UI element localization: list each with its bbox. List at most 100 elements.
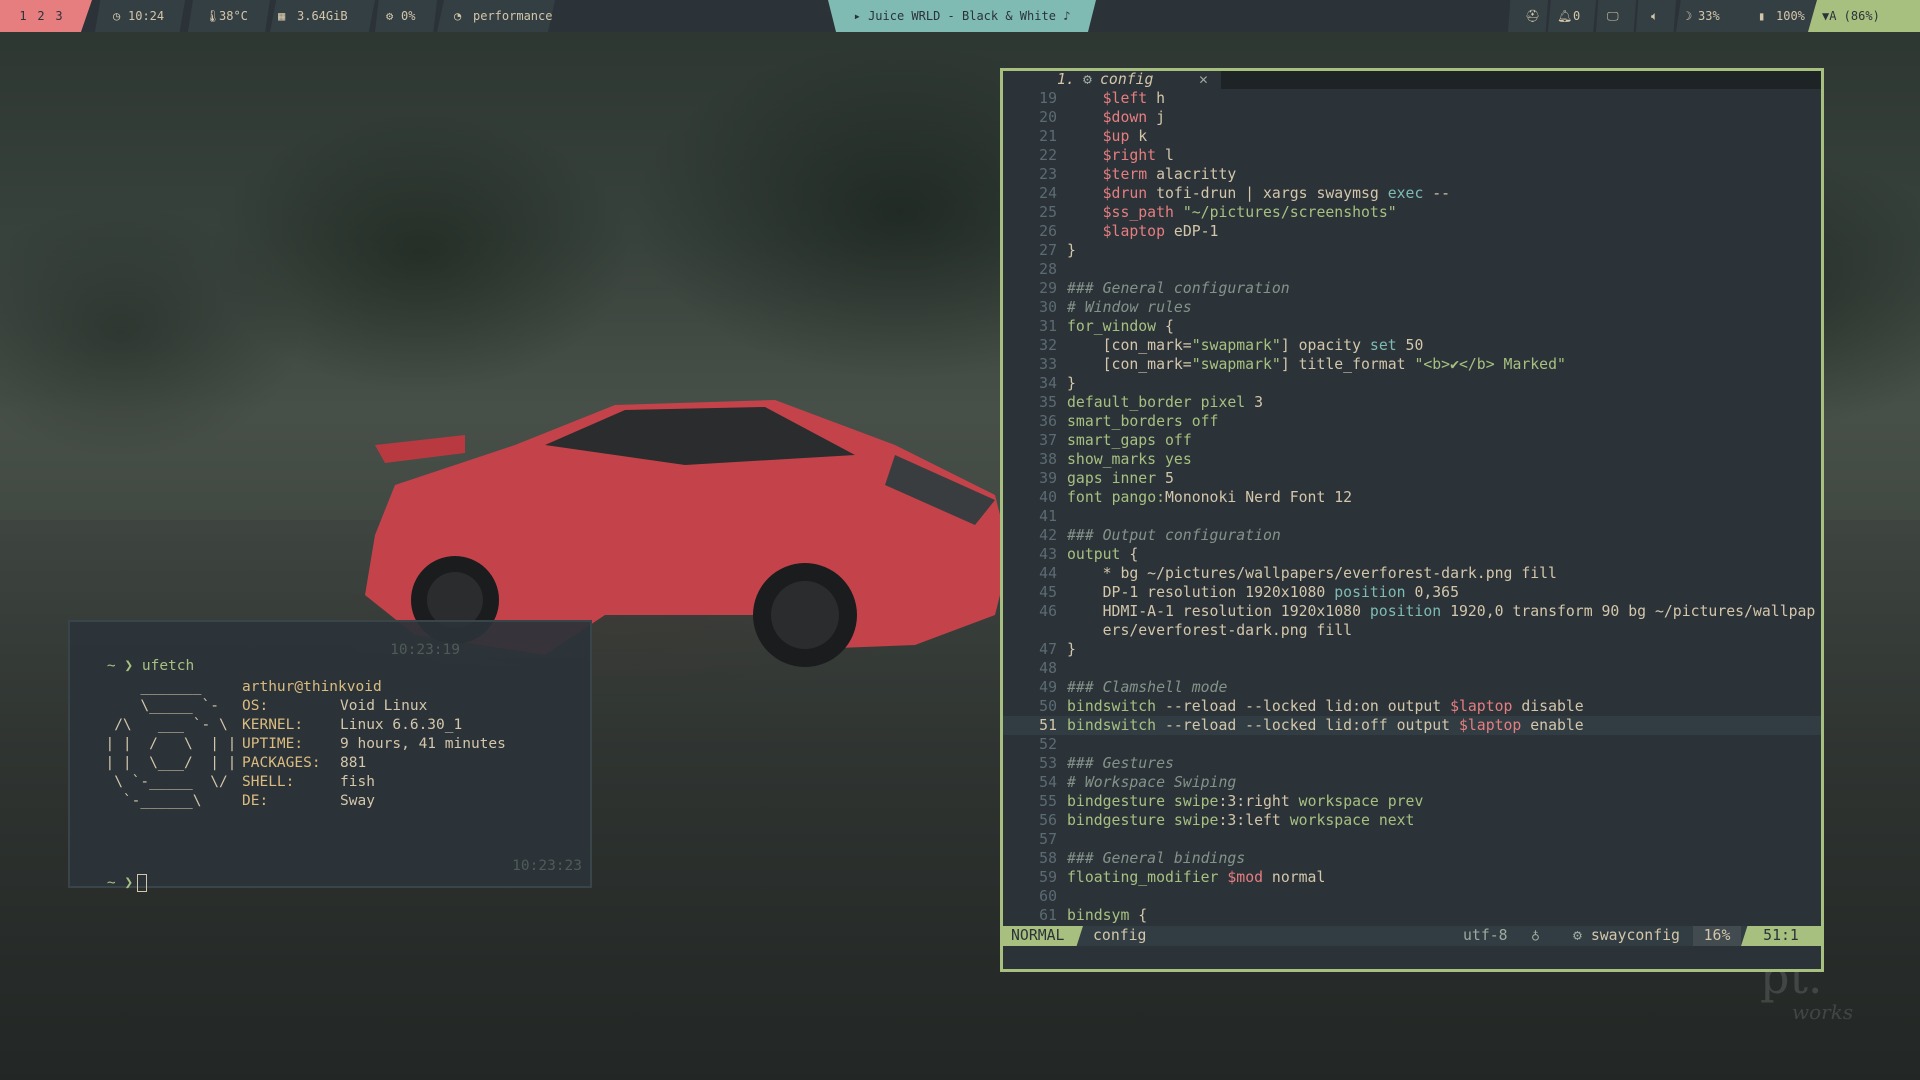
line-text: smart_borders off: [1067, 413, 1219, 430]
code-line[interactable]: 38 show_marks yes: [1003, 450, 1821, 469]
linux-icon: ♁: [1531, 927, 1540, 944]
code-line[interactable]: 23 $term alacritty: [1003, 165, 1821, 184]
code-line[interactable]: 60: [1003, 887, 1821, 906]
command-line[interactable]: [1003, 946, 1821, 969]
status-bar: 123 ◷ 10:24 🌡︎ 38°C ▦ 3.64GiB ⚙ 0% ◔ per…: [0, 0, 1920, 32]
battery-text: 100%: [1776, 9, 1805, 23]
line-text: $drun tofi-drun | xargs swaymsg exec --: [1102, 185, 1451, 202]
workspace-3-button[interactable]: 3: [50, 0, 68, 32]
line-number: 24: [1039, 185, 1057, 202]
code-line[interactable]: 55 bindgesture swipe:3:right workspace pr…: [1003, 792, 1821, 811]
code-line[interactable]: 21 $up k: [1003, 127, 1821, 146]
code-line[interactable]: 43 output {: [1003, 545, 1821, 564]
moon-icon: ☽: [1685, 9, 1693, 23]
code-line[interactable]: 41: [1003, 507, 1821, 526]
code-line[interactable]: 24 $drun tofi-drun | xargs swaymsg exec …: [1003, 184, 1821, 203]
workspace-2-button[interactable]: 2: [32, 0, 50, 32]
line-text: # Window rules: [1067, 299, 1192, 316]
code-line[interactable]: 36 smart_borders off: [1003, 412, 1821, 431]
code-line[interactable]: 28: [1003, 260, 1821, 279]
code-line[interactable]: 47}: [1003, 640, 1821, 659]
line-number: 49: [1039, 679, 1057, 696]
terminal-window[interactable]: ~ ❯ ufetch 10:23:19 _______ \_____ `- /\…: [68, 620, 592, 892]
line-number: 20: [1039, 109, 1057, 126]
code-line[interactable]: 61 bindsym {: [1003, 906, 1821, 925]
code-line[interactable]: 26 $laptop eDP-1: [1003, 222, 1821, 241]
line-number: 53: [1039, 755, 1057, 772]
code-line[interactable]: 20 $down j: [1003, 108, 1821, 127]
code-line[interactable]: 19 $left h: [1003, 89, 1821, 108]
code-line[interactable]: 33 [con_mark="swapmark"] title_format "<…: [1003, 355, 1821, 374]
line-text: # Workspace Swiping: [1067, 774, 1237, 791]
wallpaper-watermark-sub: works: [1792, 1000, 1854, 1024]
code-line[interactable]: 51 bindswitch --reload --locked lid:off o…: [1003, 716, 1821, 735]
workspace-1-button[interactable]: 1: [14, 0, 32, 32]
prompt: ~ ❯: [106, 658, 134, 674]
line-number: 58: [1039, 850, 1057, 867]
code-line[interactable]: 45 DP-1 resolution 1920x1080 position 0,…: [1003, 583, 1821, 602]
gear-icon: ⚙: [1083, 71, 1092, 88]
system-info: arthur@thinkvoid OS: Void Linux KERNEL: Li…: [242, 678, 506, 811]
line-text: }: [1067, 375, 1076, 392]
code-line[interactable]: 37 smart_gaps off: [1003, 431, 1821, 450]
code-line[interactable]: 22 $right l: [1003, 146, 1821, 165]
line-text: ### Output configuration: [1067, 527, 1281, 544]
line-number: 55: [1039, 793, 1057, 810]
wifi-module[interactable]: ▼A (86%): [1808, 0, 1920, 32]
code-line[interactable]: 50 bindswitch --reload --locked lid:on ou…: [1003, 697, 1821, 716]
clock-text: 10:24: [128, 9, 165, 23]
line-number: 44: [1039, 565, 1057, 582]
tab-config[interactable]: 1. ⚙ config ✕: [1003, 71, 1221, 89]
info-row: PACKAGES: 881: [242, 755, 367, 771]
line-number: 51: [1039, 717, 1057, 734]
memory-icon: ▦: [278, 9, 286, 23]
code-line[interactable]: ers/everforest-dark.png fill: [1003, 621, 1821, 640]
code-line[interactable]: 25 $ss_path "~/pictures/screenshots": [1003, 203, 1821, 222]
code-line[interactable]: 42 ### Output configuration: [1003, 526, 1821, 545]
now-playing-module[interactable]: ▸ Juice WRLD - Black & White ♪: [828, 0, 1096, 32]
line-text: ### General configuration: [1067, 280, 1290, 297]
code-line[interactable]: 59 floating_modifier $mod normal: [1003, 868, 1821, 887]
code-line[interactable]: 34}: [1003, 374, 1821, 393]
line-number: 61: [1039, 907, 1057, 924]
brightness-text: 33%: [1698, 9, 1720, 23]
editor-window[interactable]: 1. ⚙ config ✕ 19 $left h 20 $down j 21 $up…: [1000, 68, 1824, 972]
code-line[interactable]: 49 ### Clamshell mode: [1003, 678, 1821, 697]
code-line[interactable]: 54 # Workspace Swiping: [1003, 773, 1821, 792]
line-text: output {: [1067, 546, 1139, 563]
code-line[interactable]: 52: [1003, 735, 1821, 754]
code-line[interactable]: 32 [con_mark="swapmark"] opacity set 50: [1003, 336, 1821, 355]
close-icon[interactable]: ✕: [1199, 71, 1208, 89]
code-line[interactable]: 56 bindgesture swipe:3:left workspace nex…: [1003, 811, 1821, 830]
line-number: 45: [1039, 584, 1057, 601]
line-text: DP-1 resolution 1920x1080 position 0,365: [1067, 584, 1459, 601]
line-number: 43: [1039, 546, 1057, 563]
line-text: ### General bindings: [1067, 850, 1246, 867]
temperature-text: 38°C: [219, 9, 248, 23]
line-text: $down j: [1102, 109, 1166, 126]
line-text: [con_mark="swapmark"] title_format "<b>✔…: [1067, 356, 1566, 373]
code-line[interactable]: 46 HDMI-A-1 resolution 1920x1080 positio…: [1003, 602, 1821, 621]
battery-icon: ▮: [1758, 9, 1766, 23]
gear-icon: ⚙: [1573, 927, 1582, 944]
line-number: 38: [1039, 451, 1057, 468]
line-number: 19: [1039, 90, 1057, 107]
code-area[interactable]: 19 $left h 20 $down j 21 $up k 22 $right l2…: [1003, 89, 1821, 925]
line-text: }: [1067, 641, 1076, 658]
speaker-muted-icon: 🔈︎: [1651, 9, 1659, 23]
code-line[interactable]: 40 font pango:Mononoki Nerd Font 12: [1003, 488, 1821, 507]
code-line[interactable]: 57: [1003, 830, 1821, 849]
code-line[interactable]: 27}: [1003, 241, 1821, 260]
code-line[interactable]: 48: [1003, 659, 1821, 678]
code-line[interactable]: 39 gaps inner 5: [1003, 469, 1821, 488]
code-line[interactable]: 29 ### General configuration: [1003, 279, 1821, 298]
code-line[interactable]: 30 # Window rules: [1003, 298, 1821, 317]
code-line[interactable]: 53 ### Gestures: [1003, 754, 1821, 773]
line-text: }: [1067, 242, 1076, 259]
code-line[interactable]: 58 ### General bindings: [1003, 849, 1821, 868]
line-number: 27: [1039, 242, 1057, 259]
code-line[interactable]: 44 * bg ~/pictures/wallpapers/everforest…: [1003, 564, 1821, 583]
code-line[interactable]: 31 for_window {: [1003, 317, 1821, 336]
code-line[interactable]: 35 default_border pixel 3: [1003, 393, 1821, 412]
terminal-input-line[interactable]: ~ ❯: [72, 858, 148, 908]
